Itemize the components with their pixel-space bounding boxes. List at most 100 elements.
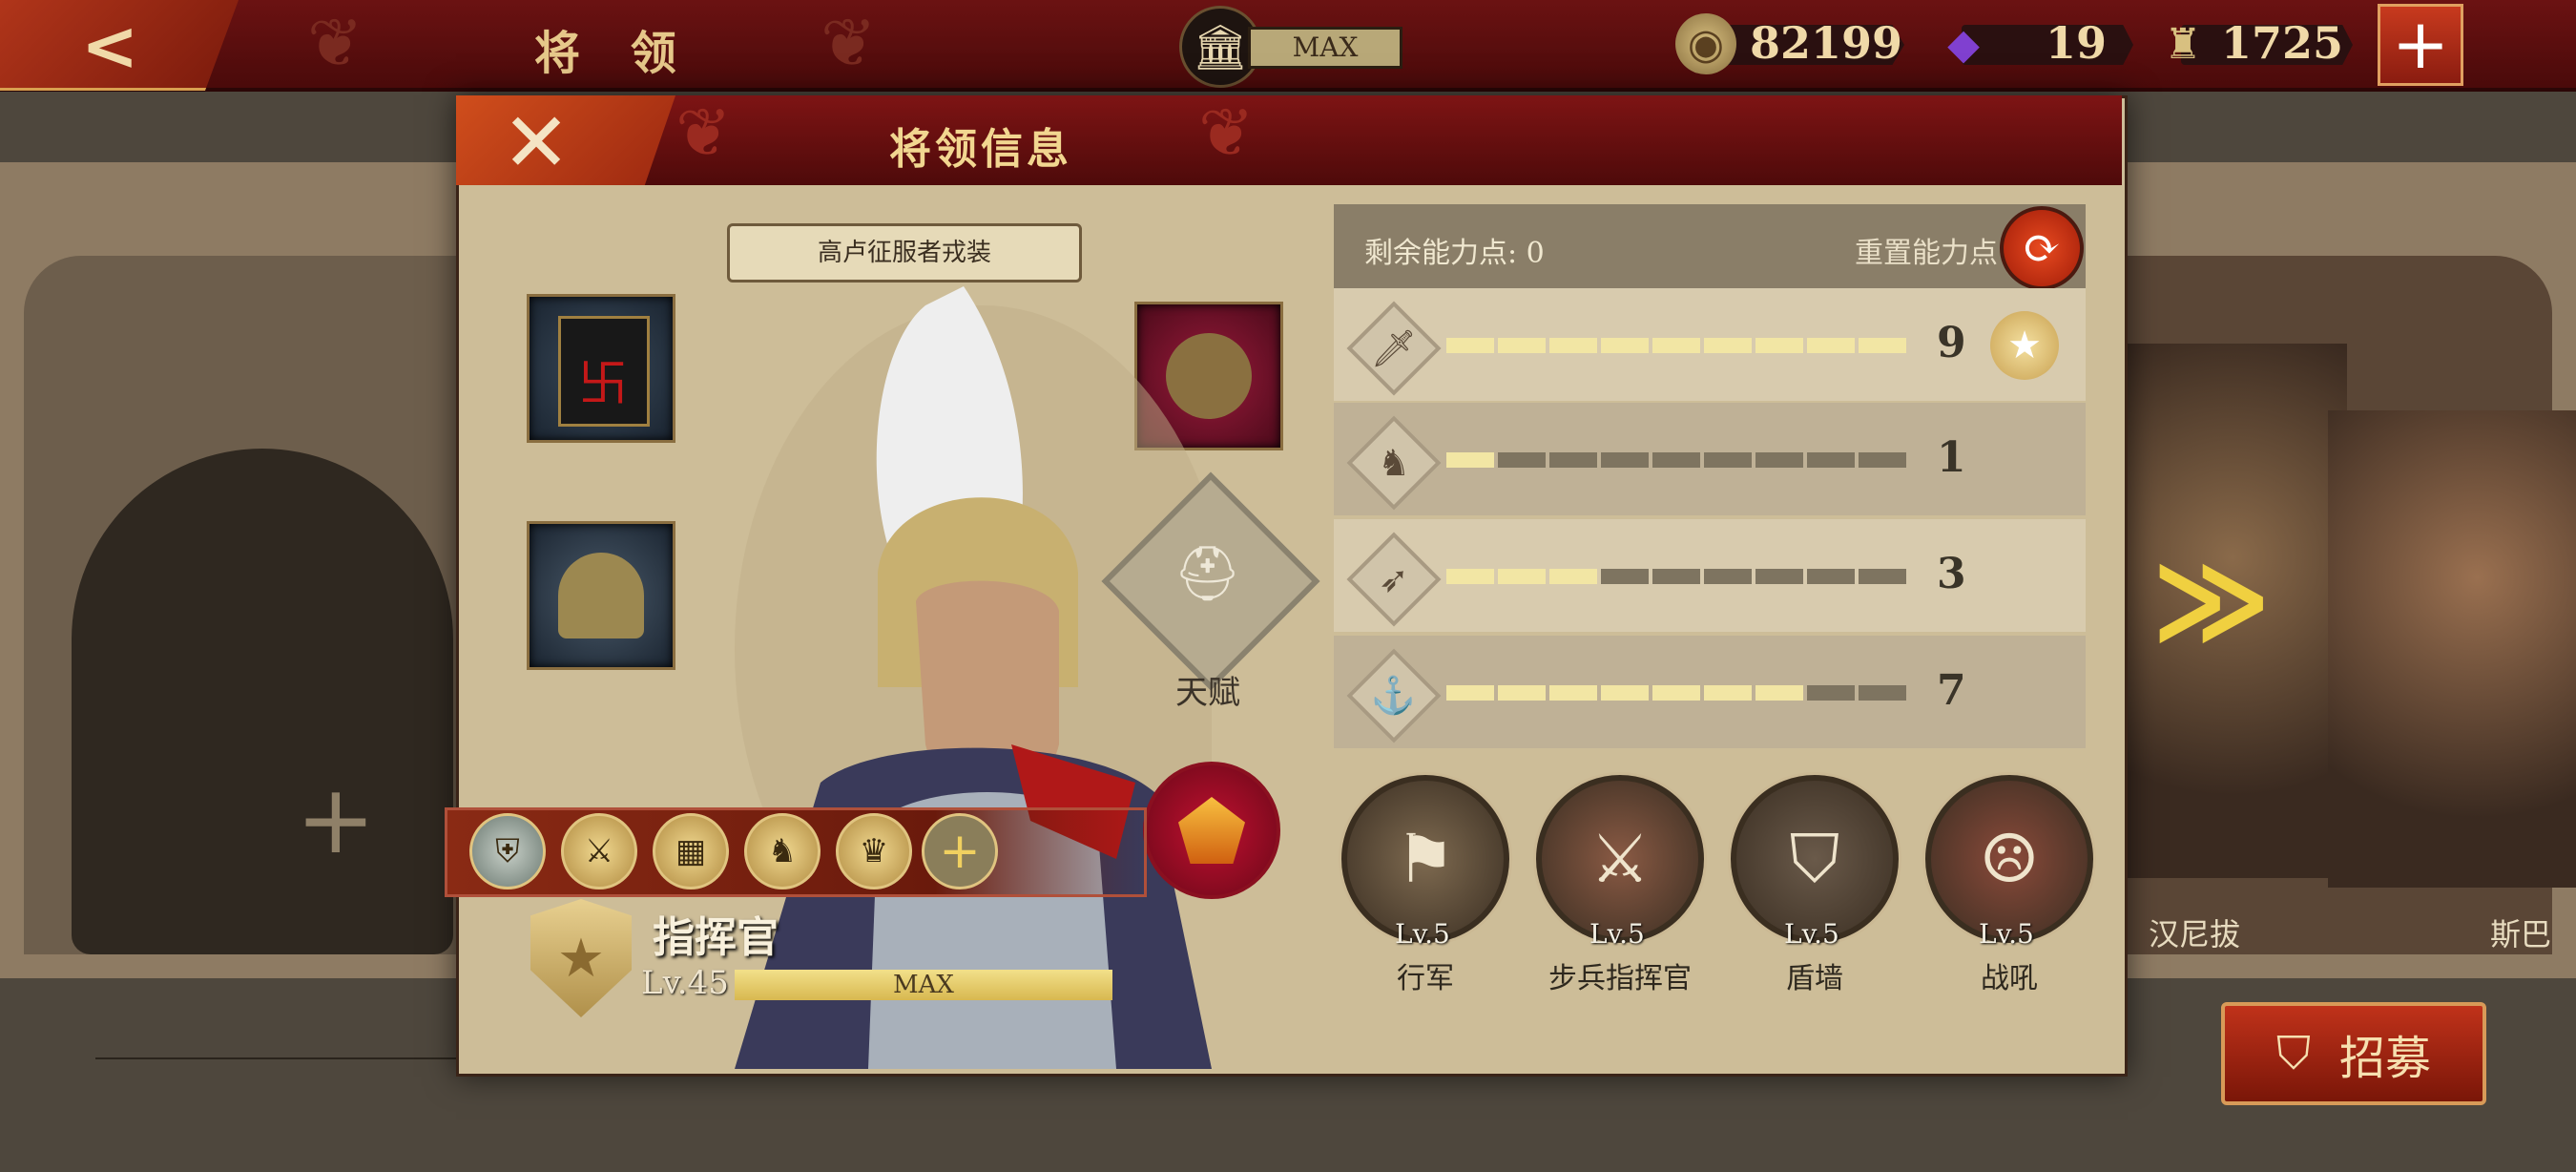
stat-bar-segment [1549,338,1597,353]
horse-badge-icon[interactable]: ♞ [744,813,821,889]
stat-bar-segment [1601,338,1649,353]
banner-icon: 卐 [558,316,650,427]
stat-value: 1 [1937,433,1966,482]
add-badge-icon[interactable]: + [922,813,998,889]
stat-bar-segment [1498,452,1546,468]
stat-value: 9 [1937,319,1966,367]
stat-bar-segment [1704,685,1752,701]
reset-points-label: 重置能力点 [1855,237,1998,270]
pentagon-gem-icon[interactable] [1143,762,1280,899]
stat-bar-segment [1807,569,1855,584]
stat-bar-segment [1652,338,1700,353]
general-portrait-2[interactable] [2328,410,2576,888]
stat-bar-segment [1704,338,1752,353]
stat-bar-segment [1601,569,1649,584]
stat-bar-segment [1601,452,1649,468]
stat-bar-segment [1549,452,1597,468]
rank-name: 指挥官 [653,913,779,962]
stat-bar-segment [1652,685,1700,701]
helmet-talent-icon: ⛑ [1174,543,1242,605]
laurel-icon: ❦ [1198,94,1255,172]
page-title: 将 领 [534,27,694,80]
stat-bar-segment [1446,685,1494,701]
skill-level: Lv.5 [1589,918,1645,950]
skill-name: 步兵指挥官 [1548,962,1692,995]
laurel-icon: ❦ [821,4,877,82]
stat-bar-segment [1755,338,1803,353]
star-medal-icon: ★ [1990,311,2059,380]
xp-bar: MAX [735,970,1112,1000]
remaining-points: 剩余能力点: 0 [1364,237,1545,270]
stat-bar-segment [1446,338,1494,353]
stat-bar-segment [1859,338,1906,353]
stat-bar-segment [1859,685,1906,701]
skill-name: 行军 [1397,962,1454,995]
skill-name: 盾墙 [1786,962,1843,995]
helmet-icon [558,553,644,638]
stat-bar-segment [1446,569,1494,584]
resource-honor[interactable]: ♜ 1725 [2152,13,2353,74]
stat-bar-segment [1704,569,1752,584]
stat-bar-segment [1549,569,1597,584]
banner-slot[interactable]: 卐 [527,294,675,443]
reset-points-button[interactable]: ⟳ [2000,206,2084,290]
back-arrow-icon: < [81,6,139,86]
coin-icon: ◉ [1675,13,1736,74]
stat-bar-segment [1755,569,1803,584]
coin-amount: 82199 [1750,17,1903,69]
close-icon: ✕ [502,95,571,191]
stat-bar-segment [1755,685,1803,701]
card-name-2: 斯巴 [2490,916,2552,952]
talent-label: 天赋 [1175,674,1240,712]
helmet-slot[interactable] [527,521,675,670]
eagle-badge-icon[interactable]: ♛ [836,813,912,889]
stat-value: 7 [1937,666,1966,715]
gem-amount: 19 [2046,17,2108,69]
stat-bar-segment [1652,569,1700,584]
dialog-title: 将领信息 [889,125,1072,174]
stat-bar-segment [1601,685,1649,701]
card-name-hannibal: 汉尼拔 [2149,916,2241,952]
stat-bar-segment [1446,452,1494,468]
recruit-label: 招募 [2339,1032,2432,1085]
honor-amount: 1725 [2221,17,2344,69]
stat-bar-segment [1652,452,1700,468]
shield-badge-icon[interactable]: ⛨ [469,813,546,889]
skill-level: Lv.5 [1784,918,1839,950]
stat-value: 3 [1937,550,1966,598]
stat-bar-segment [1807,685,1855,701]
spqr-eagle-icon: ♜ [2164,19,2202,69]
stat-bar-segment [1549,685,1597,701]
resource-coin[interactable]: ◉ 82199 [1675,13,1904,74]
stat-bar-segment [1704,452,1752,468]
formation-badge-icon[interactable]: ▦ [653,813,729,889]
resource-gem[interactable]: ◆ 19 [1933,13,2133,74]
recruit-button[interactable]: ⛉ 招募 [2221,1002,2486,1105]
skill-name: 战吼 [1981,962,2038,995]
add-general-plus-icon[interactable]: + [296,764,376,875]
stat-bar-segment [1498,685,1546,701]
general-level: Lv.45 [641,964,729,1002]
plus-icon[interactable]: + [2378,4,2463,86]
stat-bar-segment [1498,338,1546,353]
stat-bar-segment [1859,452,1906,468]
sword-badge-icon[interactable]: ⚔ [561,813,637,889]
close-button[interactable]: ✕ [456,95,675,185]
skill-level: Lv.5 [1979,918,2034,950]
stat-bar-segment [1498,569,1546,584]
back-button[interactable]: < [0,0,239,91]
laurel-icon: ❦ [307,4,364,82]
next-arrow-icon[interactable]: ≫ [2151,534,2272,667]
general-silhouette [72,449,453,954]
stat-bar-segment [1859,569,1906,584]
building-status: MAX [1248,27,1402,69]
stat-bar-segment [1807,338,1855,353]
skill-level: Lv.5 [1395,918,1450,950]
general-portrait [735,286,1212,1069]
helmet-plus-icon: ⛉ [2275,1026,2311,1080]
outfit-button[interactable]: 高卢征服者戎装 [727,223,1082,283]
stat-bar-segment [1755,452,1803,468]
stat-bar-segment [1807,452,1855,468]
purple-gem-icon: ◆ [1947,19,1980,69]
laurel-icon: ❦ [675,94,732,172]
